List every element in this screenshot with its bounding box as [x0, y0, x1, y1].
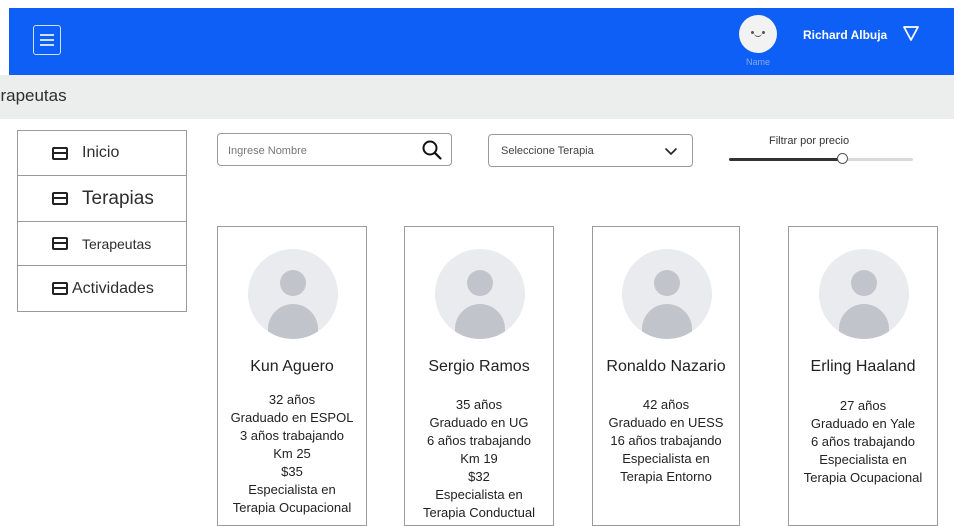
hamburger-menu-icon[interactable]	[33, 25, 61, 55]
therapist-distance: Km 25	[273, 446, 311, 461]
user-name[interactable]: Richard Albuja	[803, 28, 887, 42]
therapist-price: $32	[468, 469, 490, 484]
card-icon	[52, 146, 68, 160]
avatar-placeholder-icon	[435, 249, 525, 339]
sidebar-item-label: Terapias	[82, 187, 154, 209]
chevron-down-icon	[665, 148, 677, 155]
therapist-specialty: Especialista en	[819, 452, 907, 467]
therapist-age: 35 años	[455, 397, 503, 412]
therapist-specialty-type: Terapia Entorno	[620, 469, 712, 484]
therapist-card[interactable]: Kun Aguero 32 años Graduado en ESPOL 3 a…	[217, 226, 367, 526]
therapist-experience: 3 años trabajando	[239, 428, 345, 443]
sidebar-item-label: Terapeutas	[82, 235, 152, 252]
breadcrumb-bar	[0, 75, 954, 119]
sidebar-item-label: Actividades	[72, 279, 154, 297]
price-filter-label: Filtrar por precio	[769, 135, 850, 147]
therapist-specialty-type: Terapia Ocupacional	[232, 500, 352, 515]
avatar-placeholder-icon	[622, 249, 712, 339]
therapist-education: Graduado en UG	[429, 415, 529, 430]
therapist-card[interactable]: Sergio Ramos 35 años Graduado en UG 6 añ…	[404, 226, 554, 526]
search-icon[interactable]	[421, 139, 443, 161]
therapist-education: Graduado en Yale	[810, 416, 916, 431]
therapist-details: 27 años Graduado en Yale 6 años trabajan…	[789, 397, 937, 487]
therapist-name: Ronaldo Nazario	[606, 358, 726, 375]
search-box	[217, 133, 452, 166]
therapist-experience: 6 años trabajando	[426, 433, 532, 448]
card-icon	[52, 237, 68, 250]
slider-fill	[729, 158, 844, 161]
user-menu-caret-icon[interactable]	[902, 24, 920, 42]
sidebar: Inicio Terapias Terapeutas Actividades	[17, 130, 187, 312]
therapist-specialty-type: Terapia Ocupacional	[803, 470, 923, 485]
therapist-experience: 16 años trabajando	[610, 433, 722, 448]
sidebar-item-actividades[interactable]: Actividades	[17, 265, 187, 312]
therapist-age: 42 años	[642, 397, 690, 412]
therapist-name: Erling Haaland	[810, 358, 916, 375]
therapy-select-value: Seleccione Terapia	[501, 145, 594, 157]
avatar-placeholder-icon	[248, 249, 338, 339]
page-title: erapeutas	[0, 86, 67, 105]
therapist-age: 27 años	[839, 398, 887, 413]
avatar-caption: Name	[745, 57, 770, 67]
therapist-details: 42 años Graduado en UESS 16 años trabaja…	[593, 396, 739, 486]
sidebar-item-terapias[interactable]: Terapias	[17, 175, 187, 222]
therapy-select[interactable]: Seleccione Terapia	[488, 134, 693, 167]
therapist-education: Graduado en ESPOL	[230, 410, 354, 425]
slider-handle[interactable]	[837, 153, 849, 164]
sidebar-item-terapeutas[interactable]: Terapeutas	[17, 221, 187, 266]
therapist-details: 32 años Graduado en ESPOL 3 años trabaja…	[218, 391, 366, 517]
therapist-experience: 6 años trabajando	[810, 434, 916, 449]
therapist-education: Graduado en UESS	[608, 415, 724, 430]
card-icon	[52, 282, 68, 295]
avatar-placeholder-icon	[819, 249, 909, 339]
therapist-name: Sergio Ramos	[428, 358, 530, 375]
therapist-specialty: Especialista en	[435, 487, 523, 502]
user-avatar[interactable]	[739, 15, 777, 53]
therapist-card[interactable]: Ronaldo Nazario 42 años Graduado en UESS…	[592, 226, 740, 526]
therapist-age: 32 años	[268, 392, 316, 407]
therapist-specialty-type: Terapia Conductual	[422, 505, 536, 520]
sidebar-item-inicio[interactable]: Inicio	[17, 130, 187, 176]
card-icon	[52, 192, 68, 205]
therapist-specialty: Especialista en	[622, 451, 710, 466]
therapist-details: 35 años Graduado en UG 6 años trabajando…	[405, 396, 553, 522]
sidebar-item-label: Inicio	[82, 144, 120, 161]
therapist-price: $35	[281, 464, 303, 479]
therapist-specialty: Especialista en	[248, 482, 336, 497]
therapist-card[interactable]: Erling Haaland 27 años Graduado en Yale …	[788, 226, 938, 526]
therapist-distance: Km 19	[460, 451, 498, 466]
therapist-name: Kun Aguero	[250, 358, 334, 375]
search-input[interactable]	[226, 140, 410, 162]
price-slider[interactable]	[729, 150, 913, 170]
